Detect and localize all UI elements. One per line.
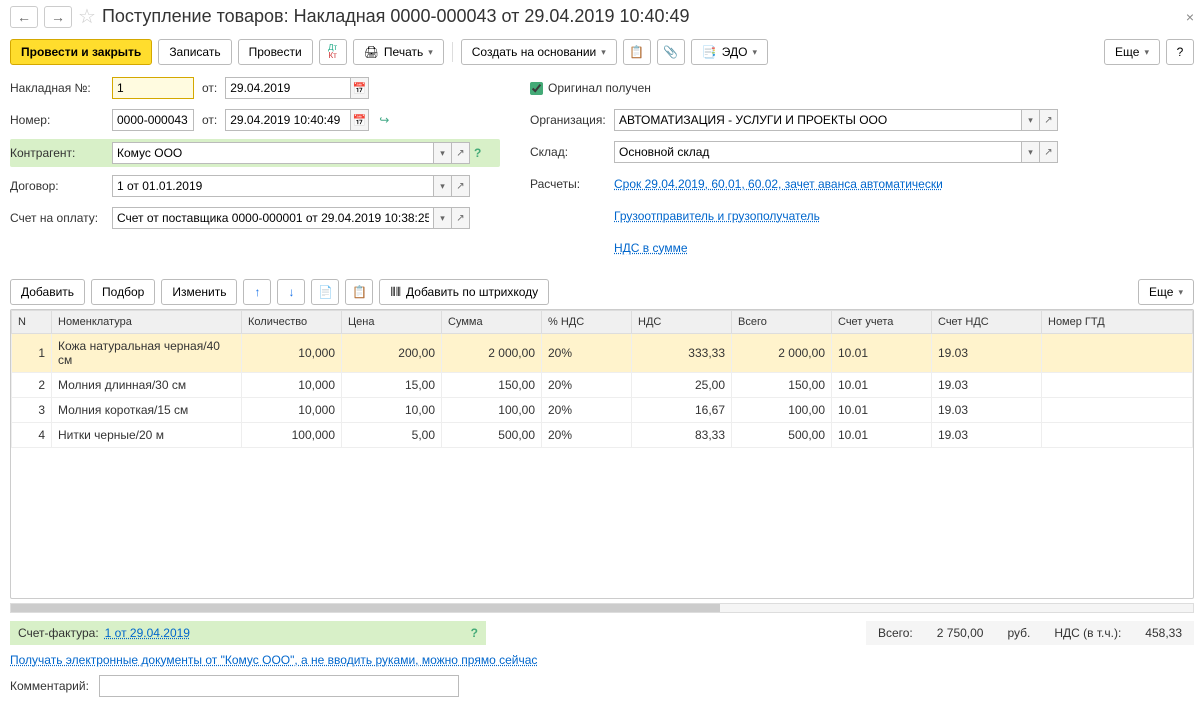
calendar-icon[interactable] — [351, 109, 369, 131]
save-button[interactable]: Записать — [158, 39, 231, 65]
shipper-link[interactable]: Грузоотправитель и грузополучатель — [614, 209, 820, 223]
dropdown-icon[interactable] — [434, 207, 452, 229]
window-title: Поступление товаров: Накладная 0000-0000… — [102, 6, 690, 27]
dropdown-icon[interactable] — [1022, 141, 1040, 163]
col-acct[interactable]: Счет учета — [832, 311, 932, 334]
from-label-2: от: — [202, 113, 217, 127]
col-nom[interactable]: Номенклатура — [52, 311, 242, 334]
post-and-close-button[interactable]: Провести и закрыть — [10, 39, 152, 65]
table-row[interactable]: 3Молния короткая/15 см10,00010,00100,002… — [12, 398, 1193, 423]
sf-link[interactable]: 1 от 29.04.2019 — [105, 626, 190, 640]
col-sum[interactable]: Сумма — [442, 311, 542, 334]
barcode-icon: ⦀⦀ — [390, 285, 401, 300]
total-label: Всего: — [878, 626, 913, 640]
comment-input[interactable] — [99, 675, 459, 697]
paste-button[interactable]: 📋 — [345, 279, 373, 305]
post-button[interactable]: Провести — [238, 39, 313, 65]
org-input[interactable] — [614, 109, 1022, 131]
col-price[interactable]: Цена — [342, 311, 442, 334]
total-value: 2 750,00 — [937, 626, 984, 640]
contractor-label: Контрагент: — [10, 146, 112, 160]
dropdown-icon[interactable] — [434, 142, 452, 164]
create-based-button[interactable]: Создать на основании▾ — [461, 39, 617, 65]
copy-button[interactable]: 📄 — [311, 279, 339, 305]
original-received-checkbox[interactable]: Оригинал получен — [530, 81, 651, 95]
vat-link[interactable]: НДС в сумме — [614, 241, 688, 255]
col-vatacct[interactable]: Счет НДС — [932, 311, 1042, 334]
open-icon[interactable] — [1040, 141, 1058, 163]
comment-label: Комментарий: — [10, 679, 89, 693]
edo-button[interactable]: 📑ЭДО▾ — [691, 39, 768, 65]
pick-button[interactable]: Подбор — [91, 279, 155, 305]
edo-icon: 📑 — [702, 45, 717, 59]
open-icon[interactable] — [452, 142, 470, 164]
table-more-button[interactable]: Еще▾ — [1138, 279, 1194, 305]
number-label: Номер: — [10, 113, 112, 127]
dtkt-button[interactable]: ДтКт — [319, 39, 347, 65]
open-icon[interactable] — [452, 207, 470, 229]
open-icon[interactable] — [1040, 109, 1058, 131]
calendar-icon[interactable] — [351, 77, 369, 99]
horizontal-scrollbar[interactable] — [10, 603, 1194, 613]
warehouse-input[interactable] — [614, 141, 1022, 163]
sf-label: Счет-фактура: — [18, 626, 99, 640]
invoice-no-label: Накладная №: — [10, 81, 112, 95]
move-down-button[interactable]: ↓ — [277, 279, 305, 305]
open-icon[interactable] — [452, 175, 470, 197]
invoice-date-input[interactable] — [225, 77, 351, 99]
org-label: Организация: — [530, 113, 614, 127]
invoice-no-input[interactable] — [112, 77, 194, 99]
table-row[interactable]: 2Молния длинная/30 см10,00015,00150,0020… — [12, 373, 1193, 398]
calc-link[interactable]: Срок 29.04.2019, 60.01, 60.02, зачет ава… — [614, 177, 943, 191]
items-table[interactable]: N Номенклатура Количество Цена Сумма % Н… — [11, 310, 1193, 448]
favorite-star-icon[interactable]: ☆ — [78, 4, 96, 29]
vat-incl-label: НДС (в т.ч.): — [1054, 626, 1121, 640]
currency: руб. — [1007, 626, 1030, 640]
add-row-button[interactable]: Добавить — [10, 279, 85, 305]
related-button[interactable]: 📋 — [623, 39, 651, 65]
contract-input[interactable] — [112, 175, 434, 197]
contract-label: Договор: — [10, 179, 112, 193]
contractor-input[interactable] — [112, 142, 434, 164]
table-row[interactable]: 1Кожа натуральная черная/40 см10,000200,… — [12, 334, 1193, 373]
datetime-input[interactable] — [225, 109, 351, 131]
nav-back-button[interactable]: ← — [10, 6, 38, 28]
printer-icon: 🖨 — [364, 45, 379, 59]
col-vat[interactable]: НДС — [632, 311, 732, 334]
dropdown-icon[interactable] — [434, 175, 452, 197]
table-row[interactable]: 4Нитки черные/20 м100,0005,00500,0020%83… — [12, 423, 1193, 448]
sf-help-icon[interactable]: ? — [471, 626, 478, 640]
bill-label: Счет на оплату: — [10, 211, 112, 225]
vat-incl-value: 458,33 — [1145, 626, 1182, 640]
warehouse-label: Склад: — [530, 145, 614, 159]
col-vatpct[interactable]: % НДС — [542, 311, 632, 334]
help-button[interactable]: ? — [1166, 39, 1194, 65]
close-button[interactable]: × — [1186, 9, 1194, 25]
bill-input[interactable] — [112, 207, 434, 229]
calc-label: Расчеты: — [530, 177, 614, 191]
col-gtd[interactable]: Номер ГТД — [1042, 311, 1193, 334]
dropdown-icon[interactable] — [1022, 109, 1040, 131]
more-button[interactable]: Еще▾ — [1104, 39, 1160, 65]
attachment-button[interactable]: 📎 — [657, 39, 685, 65]
col-qty[interactable]: Количество — [242, 311, 342, 334]
add-by-barcode-button[interactable]: ⦀⦀Добавить по штрихкоду — [379, 279, 549, 305]
edit-button[interactable]: Изменить — [161, 279, 237, 305]
col-total[interactable]: Всего — [732, 311, 832, 334]
from-label-1: от: — [202, 81, 217, 95]
col-n[interactable]: N — [12, 311, 52, 334]
posted-icon: ↪ — [379, 113, 389, 127]
edoc-promo-link[interactable]: Получать электронные документы от "Комус… — [10, 653, 537, 667]
move-up-button[interactable]: ↑ — [243, 279, 271, 305]
nav-forward-button[interactable]: → — [44, 6, 72, 28]
help-icon[interactable]: ? — [474, 146, 490, 160]
number-input — [112, 109, 194, 131]
print-button[interactable]: 🖨Печать▾ — [353, 39, 444, 65]
